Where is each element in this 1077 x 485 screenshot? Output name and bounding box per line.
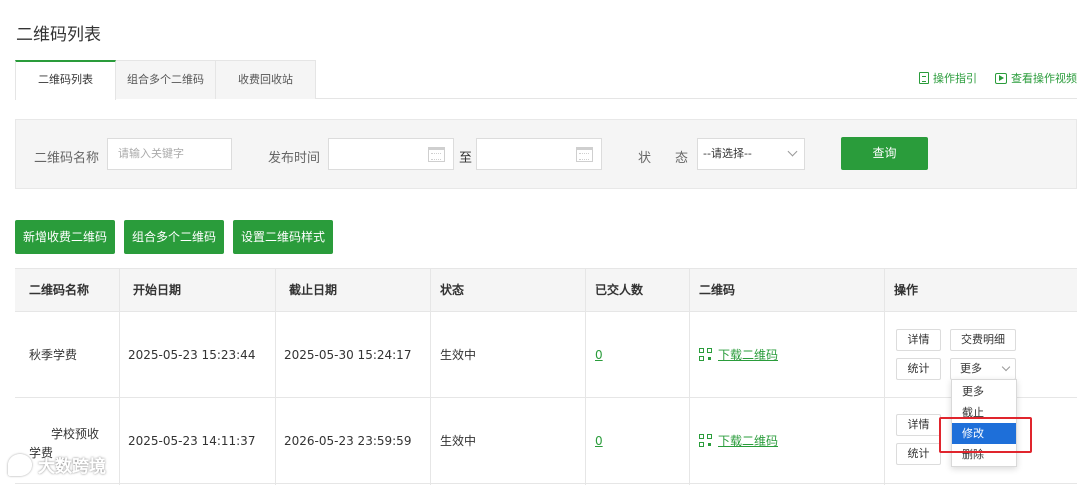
video-icon: [995, 72, 1007, 84]
qrcode-icon: [699, 348, 712, 361]
stats-button[interactable]: 统计: [896, 358, 941, 380]
table-row: 学校预收 学费 2025-05-23 14:11:37 2026-05-23 2…: [15, 398, 1077, 484]
red-highlight-box: [939, 417, 1032, 453]
table-row: 秋季学费 2025-05-23 15:23:44 2025-05-30 15:2…: [15, 312, 1077, 398]
combine-qr-button[interactable]: 组合多个二维码: [124, 220, 224, 254]
row-count-link[interactable]: 0: [595, 348, 603, 362]
status-select-value: --请选择--: [703, 147, 752, 160]
guide-link[interactable]: 操作指引: [919, 70, 977, 86]
tab-qr-list[interactable]: 二维码列表: [15, 60, 116, 100]
qr-table: 二维码名称 开始日期 截止日期 状态 已交人数 二维码 操作 秋季学费 2025…: [15, 268, 1077, 485]
bill-detail-button[interactable]: 交费明细: [950, 329, 1016, 351]
publish-label: 发布时间: [268, 151, 321, 166]
start-date-input[interactable]: [328, 138, 454, 170]
name-label: 二维码名称: [34, 151, 100, 166]
watermark: 大数跨境: [8, 452, 106, 477]
filter-panel: 二维码名称 请输入关键字 发布时间 至 状 态 --请选择-- 查询: [15, 119, 1077, 189]
col-status: 状态: [440, 283, 465, 297]
watermark-text: 大数跨境: [38, 457, 106, 477]
detail-button[interactable]: 详情: [896, 414, 941, 436]
help-links: 操作指引 查看操作视频: [919, 70, 1077, 86]
status-label-2: 态: [675, 151, 689, 166]
status-select[interactable]: --请选择--: [697, 138, 805, 170]
chevron-down-icon: [787, 146, 798, 157]
video-link[interactable]: 查看操作视频: [995, 70, 1077, 86]
to-label: 至: [459, 151, 473, 166]
row-start: 2025-05-23 15:23:44: [128, 347, 256, 362]
col-start: 开始日期: [133, 283, 182, 297]
calendar-icon: [576, 147, 593, 162]
end-date-input[interactable]: [476, 138, 602, 170]
document-icon: [919, 72, 929, 84]
row-end: 2025-05-30 15:24:17: [284, 347, 412, 362]
add-qr-button[interactable]: 新增收费二维码: [15, 220, 115, 254]
col-name: 二维码名称: [29, 283, 90, 297]
video-link-label: 查看操作视频: [1011, 72, 1077, 85]
row-name: 秋季学费: [29, 348, 78, 362]
row-count-link[interactable]: 0: [595, 434, 603, 448]
qrcode-icon: [699, 434, 712, 447]
page-title: 二维码列表: [16, 25, 101, 45]
row-name-line1: 学校预收: [51, 427, 100, 441]
tab-bar: 二维码列表 组合多个二维码 收费回收站: [15, 60, 1077, 100]
tab-combine[interactable]: 组合多个二维码: [115, 60, 216, 99]
row-start: 2025-05-23 14:11:37: [128, 433, 256, 448]
calendar-icon: [428, 147, 445, 162]
chevron-down-icon: [1001, 362, 1011, 372]
guide-link-label: 操作指引: [933, 72, 977, 85]
qr-style-button[interactable]: 设置二维码样式: [233, 220, 333, 254]
detail-button[interactable]: 详情: [896, 329, 941, 351]
col-count: 已交人数: [595, 283, 644, 297]
watermark-logo-icon: [8, 453, 32, 476]
query-button[interactable]: 查询: [841, 137, 928, 170]
table-header: 二维码名称 开始日期 截止日期 状态 已交人数 二维码 操作: [15, 269, 1077, 312]
more-select[interactable]: 更多: [950, 358, 1016, 380]
row-status: 生效中: [440, 348, 477, 362]
status-label-1: 状: [638, 151, 652, 166]
download-qr-link[interactable]: 下载二维码: [718, 432, 778, 449]
row-end: 2026-05-23 23:59:59: [284, 433, 412, 448]
row-status: 生效中: [440, 434, 477, 448]
col-ops: 操作: [894, 283, 919, 297]
col-end: 截止日期: [289, 283, 338, 297]
name-input[interactable]: 请输入关键字: [107, 138, 232, 170]
more-select-label: 更多: [960, 362, 982, 375]
col-qr: 二维码: [699, 283, 736, 297]
stats-button[interactable]: 统计: [896, 443, 941, 465]
download-qr-link[interactable]: 下载二维码: [718, 346, 778, 363]
dropdown-item-more[interactable]: 更多: [952, 381, 1016, 402]
tab-recycle-bin[interactable]: 收费回收站: [215, 60, 316, 99]
